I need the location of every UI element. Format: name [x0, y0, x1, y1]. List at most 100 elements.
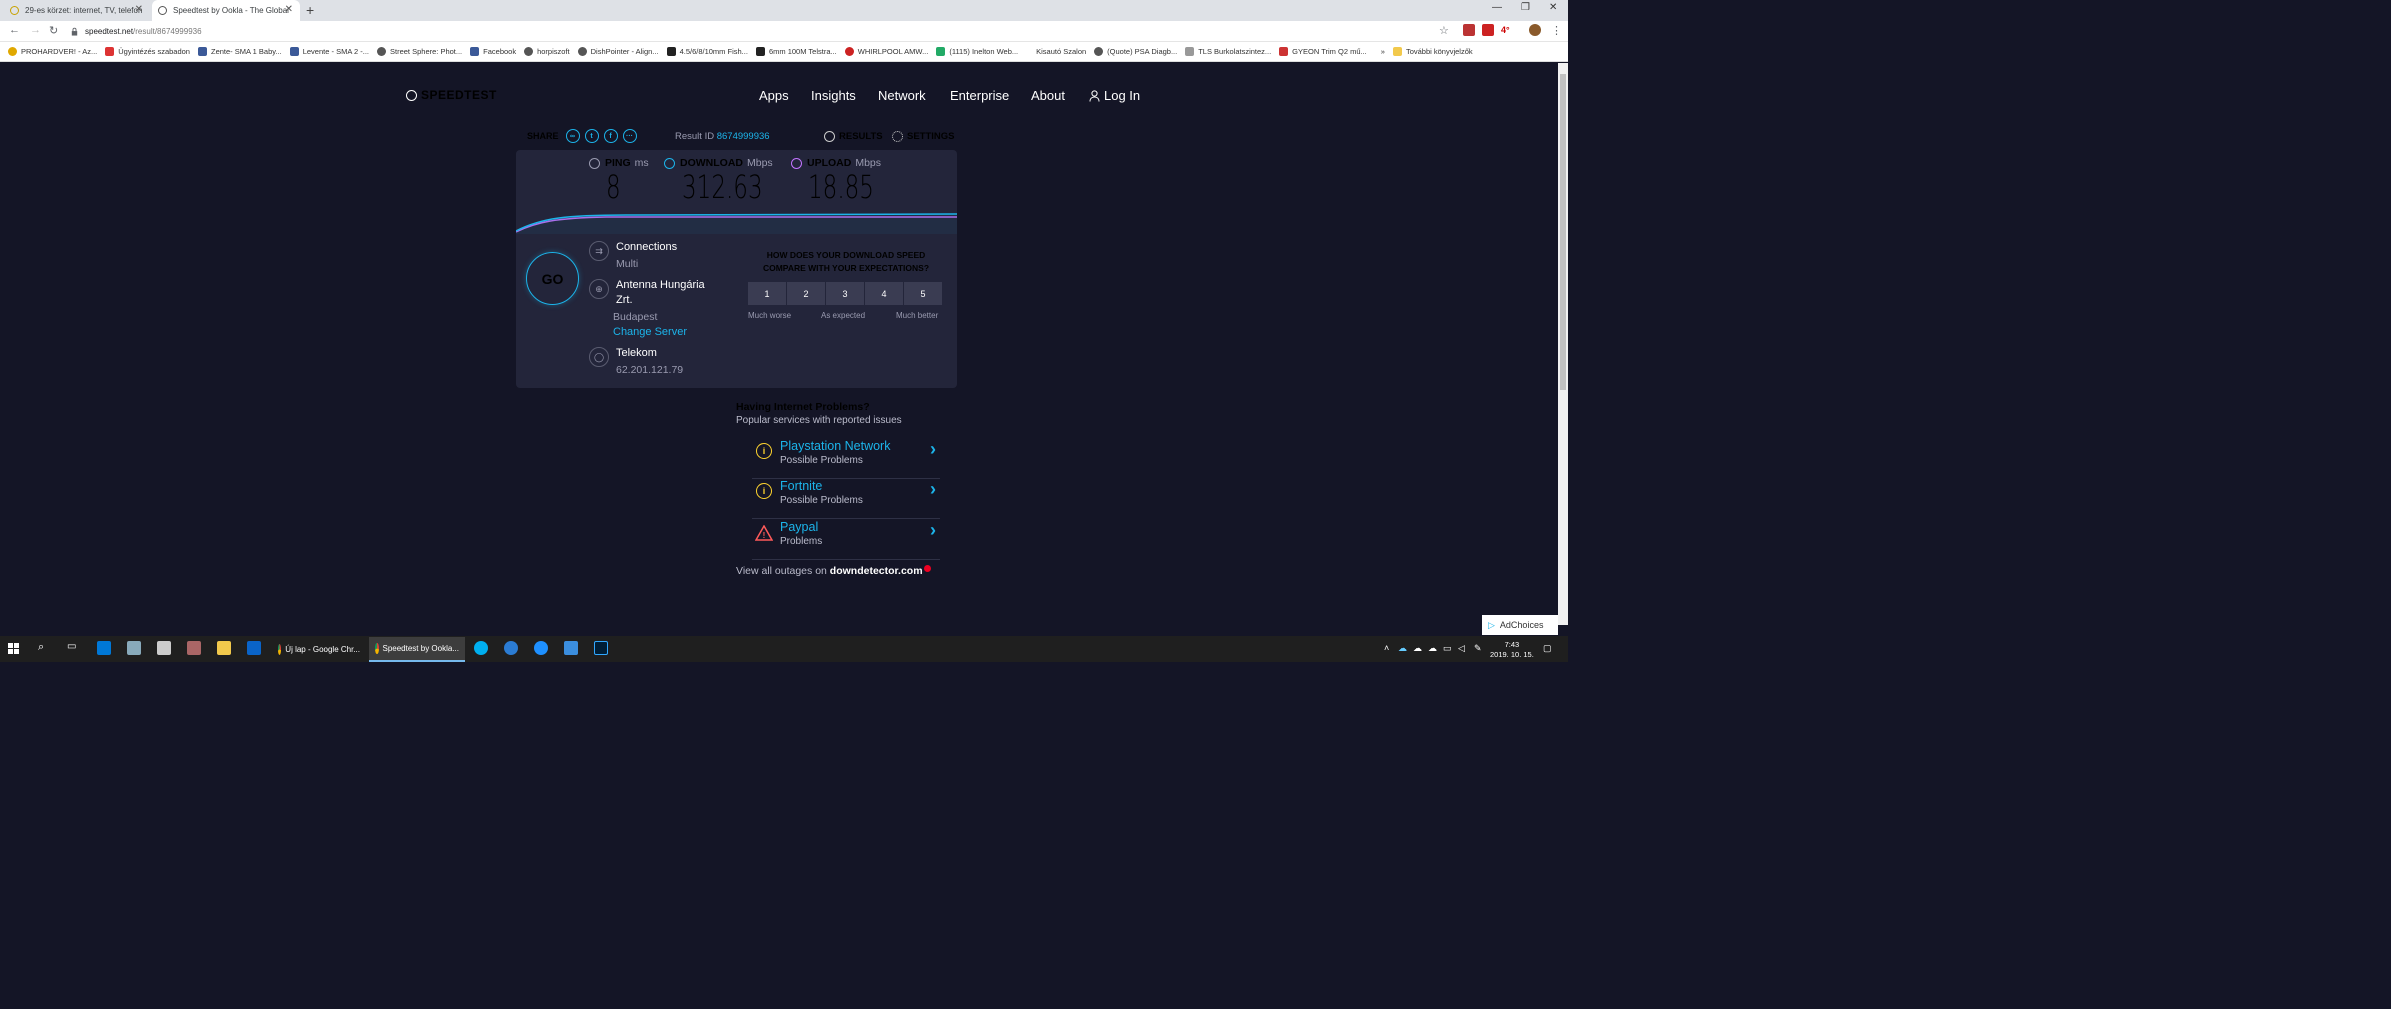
skype-icon[interactable]: [474, 641, 488, 655]
nav-login[interactable]: Log In: [1089, 88, 1140, 103]
windows-start-icon[interactable]: [8, 643, 19, 654]
close-window-icon[interactable]: ✕: [1549, 2, 1557, 13]
bookmark-item[interactable]: Levente - SMA 2 -...: [289, 47, 369, 56]
bookmark-item[interactable]: Street Sphere: Phot...: [377, 47, 462, 56]
bookmark-item[interactable]: 4.5/6/8/10mm Fish...: [666, 47, 748, 56]
outage-status: Possible Problems: [780, 495, 863, 506]
bookmark-item[interactable]: Zente- SMA 1 Baby...: [197, 47, 282, 56]
notification-icon[interactable]: ▢: [1543, 643, 1552, 654]
change-server-link[interactable]: Change Server: [613, 326, 687, 338]
other-bookmarks[interactable]: További könyvjelzők: [1392, 47, 1473, 56]
folder-icon: [1392, 47, 1402, 56]
app-icon[interactable]: [187, 641, 201, 655]
rating-button-1[interactable]: 1: [748, 282, 786, 305]
speed-graph: [516, 213, 957, 234]
scrollbar-thumb[interactable]: [1560, 74, 1566, 390]
restore-icon[interactable]: ❐: [1521, 2, 1530, 13]
pen-icon[interactable]: ✎: [1474, 643, 1482, 654]
nav-about[interactable]: About: [1031, 88, 1065, 103]
nav-enterprise[interactable]: Enterprise: [950, 88, 1009, 103]
taskbar-app-speedtest[interactable]: Speedtest by Ookla...: [369, 637, 465, 662]
nav-apps[interactable]: Apps: [759, 88, 789, 103]
bookmark-item[interactable]: PROHARDVER! - Az...: [8, 47, 97, 56]
bookmark-star-icon[interactable]: ☆: [1439, 24, 1449, 37]
taskbar-clock[interactable]: 7:43 2019. 10. 15.: [1490, 640, 1534, 660]
rating-button-5[interactable]: 5: [904, 282, 942, 305]
speedtest-logo[interactable]: SPEEDTEST: [406, 88, 497, 102]
result-id-value[interactable]: 8674999936: [717, 131, 770, 142]
bookmark-item[interactable]: horpiszoft: [524, 47, 570, 56]
link-icon[interactable]: ∞: [565, 129, 580, 143]
profile-avatar[interactable]: [1529, 24, 1541, 36]
extension-icon[interactable]: [1463, 24, 1475, 36]
calculator-icon[interactable]: [157, 641, 171, 655]
go-button[interactable]: GO: [526, 252, 579, 305]
app-icon[interactable]: [564, 641, 578, 655]
taskbar-app-chrome[interactable]: Új lap - Google Chr...: [272, 637, 366, 662]
outage-item[interactable]: i Fortnite Possible Problems ›: [752, 479, 940, 519]
url-field[interactable]: speedtest.net/result/8674999936: [62, 23, 1452, 40]
downdetector-link[interactable]: downdetector.com: [830, 565, 923, 577]
bookmark-item[interactable]: TLS Burkolatszintez...: [1185, 47, 1271, 56]
bookmark-label: (1115) Inelton Web...: [949, 47, 1019, 56]
outage-item[interactable]: ! Paypal Problems ›: [752, 520, 940, 560]
new-tab-icon[interactable]: +: [306, 2, 314, 18]
back-icon[interactable]: ←: [9, 24, 20, 36]
adchoices-badge[interactable]: ▷ AdChoices: [1482, 615, 1558, 635]
globe-icon: [524, 47, 534, 56]
bookmark-item[interactable]: (Quote) PSA Diagb...: [1094, 47, 1177, 56]
minimize-icon[interactable]: —: [1492, 2, 1502, 13]
network-icon[interactable]: ▭: [1443, 643, 1452, 654]
results-label: RESULTS: [839, 131, 883, 142]
clock-time: 7:43: [1504, 640, 1520, 649]
close-tab-icon[interactable]: ✕: [135, 4, 143, 15]
close-tab-icon[interactable]: ✕: [285, 4, 293, 15]
facebook-icon[interactable]: f: [603, 129, 618, 143]
forward-icon[interactable]: →: [30, 24, 41, 36]
tray-chevron-icon[interactable]: ˄: [1384, 643, 1389, 653]
isp-ip: 62.201.121.79: [616, 364, 684, 376]
outage-item[interactable]: i Playstation Network Possible Problems …: [752, 439, 940, 479]
bookmark-label: WHIRLPOOL AMW...: [857, 47, 929, 56]
search-icon[interactable]: ⌕: [38, 641, 44, 654]
extension-icon[interactable]: [1482, 24, 1494, 36]
bookmark-item[interactable]: DishPointer - Align...: [577, 47, 659, 56]
reload-icon[interactable]: ↻: [49, 24, 58, 37]
nav-network[interactable]: Network: [878, 88, 926, 103]
app-icon[interactable]: [127, 641, 141, 655]
more-icon[interactable]: ···: [622, 129, 637, 143]
bookmark-item[interactable]: Ügyintézés szabadon: [105, 47, 190, 56]
file-explorer-icon[interactable]: [217, 641, 231, 655]
weather-extension[interactable]: 4°: [1501, 25, 1510, 35]
edge-icon[interactable]: [534, 641, 548, 655]
outlook-icon[interactable]: [247, 641, 261, 655]
bookmark-item[interactable]: Kisautó Szalon: [1036, 47, 1086, 56]
volume-icon[interactable]: ◁: [1458, 643, 1465, 654]
task-view-icon[interactable]: ▭: [67, 641, 76, 652]
nav-insights[interactable]: Insights: [811, 88, 856, 103]
bookmark-item[interactable]: WHIRLPOOL AMW...: [844, 47, 929, 56]
bookmark-item[interactable]: Facebook: [470, 47, 516, 56]
settings-button[interactable]: SETTINGS: [892, 131, 955, 142]
store-icon[interactable]: [97, 641, 111, 655]
browser-tab[interactable]: 29-es körzet: internet, TV, telefon ✕: [4, 0, 150, 21]
bookmark-item[interactable]: (1115) Inelton Web...: [936, 47, 1018, 56]
onedrive-icon[interactable]: ☁: [1398, 643, 1407, 654]
twitter-icon[interactable]: t: [584, 129, 599, 143]
rating-button-4[interactable]: 4: [865, 282, 903, 305]
photoshop-icon[interactable]: [594, 641, 608, 655]
bookmarks-overflow-icon[interactable]: »: [1381, 47, 1385, 56]
cloud-icon[interactable]: ☁: [1413, 643, 1422, 654]
downdetector-line: View all outages on downdetector.com: [736, 565, 931, 577]
browser-tab-active[interactable]: Speedtest by Ookla - The Global ✕: [152, 0, 300, 21]
results-button[interactable]: RESULTS: [824, 131, 883, 142]
bookmark-label: PROHARDVER! - Az...: [21, 47, 98, 56]
cloud-icon[interactable]: ☁: [1428, 643, 1437, 654]
rating-button-3[interactable]: 3: [826, 282, 864, 305]
bookmark-item[interactable]: GYEON Trim Q2 mű...: [1279, 47, 1367, 56]
rating-button-2[interactable]: 2: [787, 282, 825, 305]
edge-icon[interactable]: [504, 641, 518, 655]
menu-icon[interactable]: ⋮: [1551, 24, 1562, 37]
windows-taskbar: [0, 636, 1568, 662]
bookmark-item[interactable]: 6mm 100M Telstra...: [755, 47, 837, 56]
